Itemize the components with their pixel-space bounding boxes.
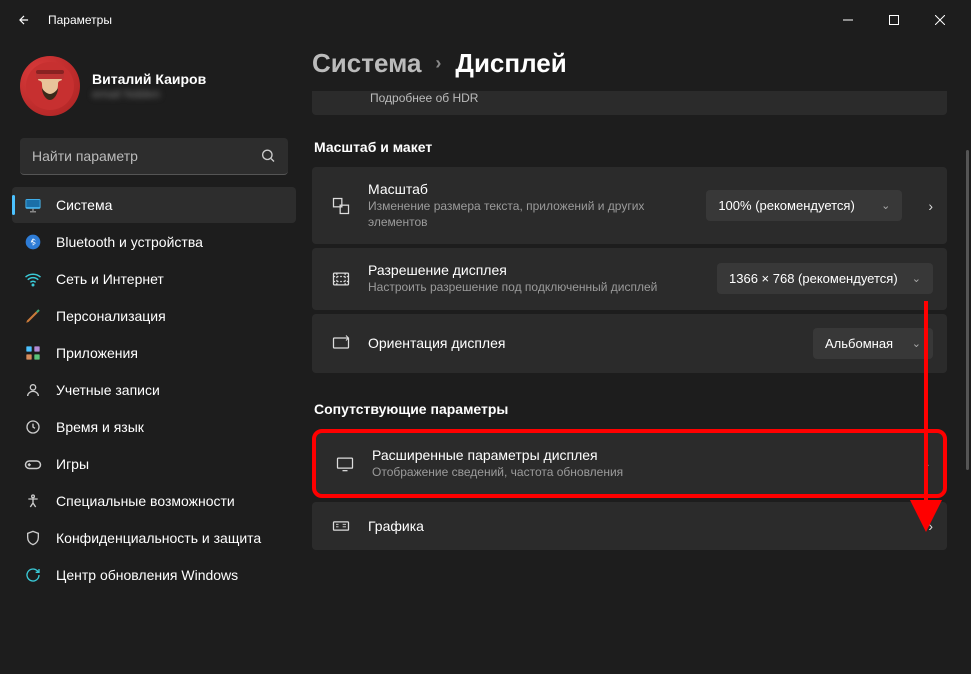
apps-icon	[24, 344, 42, 362]
orientation-selector[interactable]: Альбомная ⌄	[813, 328, 933, 359]
selector-value: Альбомная	[825, 336, 893, 351]
monitor-icon	[24, 196, 42, 214]
setting-sub: Изменение размера текста, приложений и д…	[368, 199, 668, 230]
setting-advanced-display[interactable]: Расширенные параметры дисплея Отображени…	[312, 429, 947, 499]
window-title: Параметры	[48, 13, 112, 27]
nav-label: Сеть и Интернет	[56, 271, 164, 287]
accessibility-icon	[24, 492, 42, 510]
setting-sub: Отображение сведений, частота обновления	[372, 465, 898, 481]
breadcrumb-root[interactable]: Система	[312, 48, 421, 79]
scale-selector[interactable]: 100% (рекомендуется) ⌄	[706, 190, 902, 221]
nav-label: Время и язык	[56, 419, 144, 435]
resolution-icon	[330, 269, 352, 289]
minimize-button[interactable]	[825, 4, 871, 36]
setting-head: Расширенные параметры дисплея	[372, 447, 898, 463]
setting-scale[interactable]: Масштаб Изменение размера текста, прилож…	[312, 167, 947, 244]
chevron-right-icon: ›	[928, 198, 933, 214]
breadcrumb: Система › Дисплей	[312, 48, 947, 79]
avatar	[20, 56, 80, 116]
graphics-icon	[330, 516, 352, 536]
shield-icon	[24, 529, 42, 547]
nav-label: Bluetooth и устройства	[56, 234, 203, 250]
nav-label: Учетные записи	[56, 382, 160, 398]
user-email: email hidden	[92, 87, 206, 101]
setting-head: Ориентация дисплея	[368, 335, 797, 351]
bluetooth-icon	[24, 233, 42, 251]
section-scale-title: Масштаб и макет	[314, 139, 947, 155]
wifi-icon	[24, 270, 42, 288]
nav-personalization[interactable]: Персонализация	[12, 298, 296, 334]
scale-icon	[330, 196, 352, 216]
setting-orientation[interactable]: Ориентация дисплея Альбомная ⌄	[312, 314, 947, 373]
breadcrumb-current: Дисплей	[455, 48, 566, 79]
orientation-icon	[330, 333, 352, 353]
user-icon	[24, 381, 42, 399]
content-area: Система › Дисплей Подробнее об HDR Масшт…	[300, 40, 971, 674]
selector-value: 100% (рекомендуется)	[718, 198, 854, 213]
chevron-right-icon: ›	[435, 53, 441, 74]
nav-privacy[interactable]: Конфиденциальность и защита	[12, 520, 296, 556]
sidebar: Виталий Каиров email hidden Система Blue…	[0, 40, 300, 674]
nav-apps[interactable]: Приложения	[12, 335, 296, 371]
nav-network[interactable]: Сеть и Интернет	[12, 261, 296, 297]
settings-window: Параметры Виталий Каиров email hidden	[0, 0, 971, 674]
selector-value: 1366 × 768 (рекомендуется)	[729, 271, 898, 286]
nav-label: Приложения	[56, 345, 138, 361]
nav-accounts[interactable]: Учетные записи	[12, 372, 296, 408]
chevron-right-icon: ›	[924, 456, 929, 472]
titlebar: Параметры	[0, 0, 971, 40]
clock-icon	[24, 418, 42, 436]
close-button[interactable]	[917, 4, 963, 36]
section-related-title: Сопутствующие параметры	[314, 401, 947, 417]
nav-bluetooth[interactable]: Bluetooth и устройства	[12, 224, 296, 260]
nav-gaming[interactable]: Игры	[12, 446, 296, 482]
nav-update[interactable]: Центр обновления Windows	[12, 557, 296, 593]
nav-label: Система	[56, 197, 112, 213]
chevron-down-icon: ⌄	[881, 199, 890, 212]
nav-accessibility[interactable]: Специальные возможности	[12, 483, 296, 519]
maximize-button[interactable]	[871, 4, 917, 36]
scrollbar[interactable]	[966, 150, 969, 470]
window-controls	[825, 4, 963, 36]
update-icon	[24, 566, 42, 584]
user-profile[interactable]: Виталий Каиров email hidden	[12, 48, 296, 134]
setting-head: Графика	[368, 518, 902, 534]
hdr-link-cut[interactable]: Подробнее об HDR	[312, 91, 947, 115]
search-box	[20, 138, 288, 175]
nav-label: Центр обновления Windows	[56, 567, 238, 583]
nav-list: Система Bluetooth и устройства Сеть и Ин…	[12, 187, 296, 593]
nav-label: Специальные возможности	[56, 493, 235, 509]
nav-system[interactable]: Система	[12, 187, 296, 223]
search-input[interactable]	[20, 138, 288, 175]
chevron-down-icon: ⌄	[912, 337, 921, 350]
user-name: Виталий Каиров	[92, 71, 206, 87]
brush-icon	[24, 307, 42, 325]
chevron-down-icon: ⌄	[912, 272, 921, 285]
setting-head: Масштаб	[368, 181, 690, 197]
display-icon	[334, 454, 356, 474]
nav-label: Игры	[56, 456, 89, 472]
nav-label: Персонализация	[56, 308, 166, 324]
nav-time[interactable]: Время и язык	[12, 409, 296, 445]
setting-head: Разрешение дисплея	[368, 262, 701, 278]
chevron-right-icon: ›	[928, 518, 933, 534]
setting-resolution[interactable]: Разрешение дисплея Настроить разрешение …	[312, 248, 947, 310]
setting-sub: Настроить разрешение под подключенный ди…	[368, 280, 668, 296]
nav-label: Конфиденциальность и защита	[56, 530, 261, 546]
back-button[interactable]	[8, 4, 40, 36]
resolution-selector[interactable]: 1366 × 768 (рекомендуется) ⌄	[717, 263, 933, 294]
gamepad-icon	[24, 455, 42, 473]
setting-graphics[interactable]: Графика ›	[312, 502, 947, 550]
